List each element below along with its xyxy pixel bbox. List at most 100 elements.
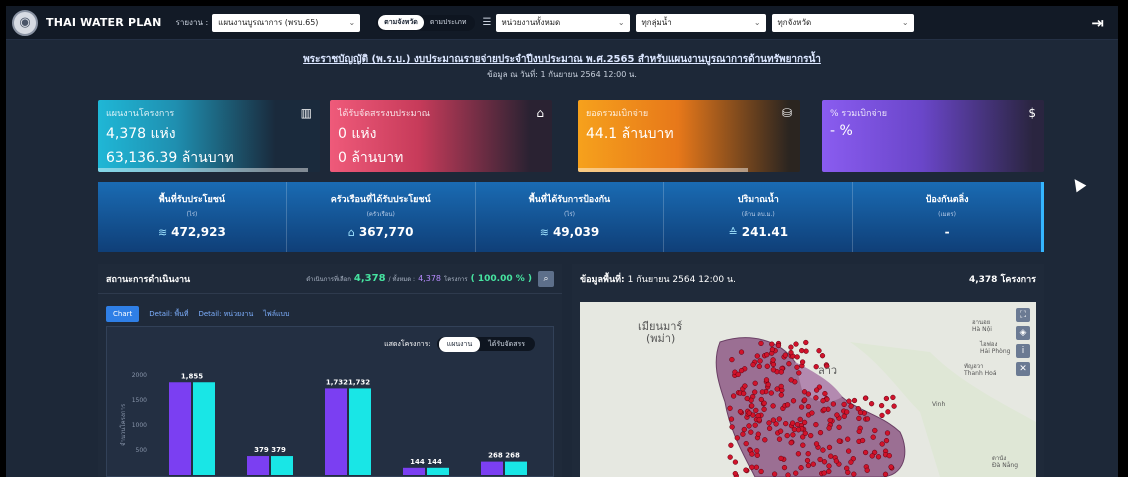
project-marker[interactable] — [738, 349, 745, 355]
project-marker[interactable] — [848, 459, 854, 465]
project-marker[interactable] — [821, 459, 828, 465]
project-marker[interactable] — [754, 448, 760, 454]
project-marker[interactable] — [776, 436, 783, 442]
project-marker[interactable] — [727, 454, 733, 460]
project-marker[interactable] — [798, 404, 805, 410]
project-marker[interactable] — [801, 397, 808, 403]
project-marker[interactable] — [748, 429, 754, 435]
project-marker[interactable] — [775, 342, 782, 349]
project-marker[interactable] — [770, 357, 776, 363]
project-marker[interactable] — [808, 432, 814, 439]
project-marker[interactable] — [732, 470, 738, 477]
project-marker[interactable] — [789, 420, 796, 426]
project-marker[interactable] — [781, 464, 788, 471]
project-marker[interactable] — [870, 434, 876, 440]
project-marker[interactable] — [794, 421, 801, 428]
project-marker[interactable] — [790, 398, 797, 404]
project-marker[interactable] — [778, 383, 784, 390]
project-marker[interactable] — [782, 352, 789, 358]
layers-icon[interactable]: ◈ — [1016, 326, 1030, 340]
bar[interactable] — [403, 467, 425, 475]
project-marker[interactable] — [851, 471, 857, 477]
project-marker[interactable] — [797, 416, 803, 423]
project-marker[interactable] — [821, 406, 827, 413]
project-marker[interactable] — [759, 389, 766, 395]
project-marker[interactable] — [844, 409, 850, 415]
bar[interactable] — [427, 467, 449, 475]
project-marker[interactable] — [851, 397, 858, 404]
project-marker[interactable] — [875, 454, 882, 460]
project-marker[interactable] — [737, 408, 744, 415]
project-marker[interactable] — [794, 354, 800, 360]
project-marker[interactable] — [820, 447, 826, 453]
project-marker[interactable] — [735, 371, 741, 378]
project-marker[interactable] — [848, 403, 854, 409]
project-marker[interactable] — [771, 471, 778, 477]
tab-files[interactable]: ไฟล์แบบ — [263, 309, 289, 320]
project-marker[interactable] — [879, 412, 885, 419]
toggle-by-province[interactable]: ตามจังหวัด — [378, 15, 424, 30]
project-marker[interactable] — [801, 419, 808, 426]
project-marker[interactable] — [793, 341, 799, 347]
project-marker[interactable] — [762, 437, 768, 443]
project-marker[interactable] — [846, 398, 852, 404]
project-marker[interactable] — [862, 395, 869, 401]
project-marker[interactable] — [788, 440, 794, 446]
tab-detail-area[interactable]: Detail: พื้นที่ — [149, 309, 188, 320]
project-marker[interactable] — [794, 364, 800, 370]
project-marker[interactable] — [883, 395, 890, 402]
project-marker[interactable] — [740, 431, 746, 437]
project-marker[interactable] — [817, 429, 824, 436]
project-marker[interactable] — [845, 448, 852, 454]
project-marker[interactable] — [859, 437, 866, 444]
project-marker[interactable] — [845, 436, 851, 442]
project-marker[interactable] — [753, 464, 760, 470]
project-marker[interactable] — [770, 367, 777, 373]
project-marker[interactable] — [841, 413, 847, 419]
project-marker[interactable] — [729, 424, 735, 430]
project-marker[interactable] — [841, 401, 847, 408]
province-select[interactable]: ทุกจังหวัด ⌄ — [771, 13, 914, 32]
project-marker[interactable] — [764, 352, 770, 358]
project-marker[interactable] — [752, 389, 758, 395]
project-marker[interactable] — [763, 377, 770, 383]
project-marker[interactable] — [795, 427, 802, 433]
project-marker[interactable] — [784, 432, 790, 439]
project-marker[interactable] — [728, 442, 734, 448]
project-marker[interactable] — [765, 381, 771, 388]
project-marker[interactable] — [805, 391, 812, 397]
toggle-by-type[interactable]: ตามประเภท — [424, 15, 473, 30]
bar[interactable] — [271, 456, 293, 475]
project-marker[interactable] — [817, 456, 823, 463]
project-marker[interactable] — [828, 453, 834, 459]
show-allocated-option[interactable]: ได้รับจัดสรร — [480, 337, 533, 352]
group-toggle[interactable]: ตามจังหวัด ตามประเภท — [376, 14, 475, 31]
project-marker[interactable] — [862, 449, 869, 456]
project-marker[interactable] — [778, 369, 784, 375]
project-marker[interactable] — [756, 417, 762, 423]
project-marker[interactable] — [785, 472, 791, 477]
project-marker[interactable] — [778, 455, 784, 462]
project-marker[interactable] — [732, 459, 739, 465]
project-marker[interactable] — [826, 463, 832, 469]
bar[interactable] — [247, 456, 269, 475]
project-marker[interactable] — [820, 398, 826, 404]
project-marker[interactable] — [734, 435, 740, 441]
project-marker[interactable] — [816, 348, 822, 354]
project-marker[interactable] — [777, 428, 784, 434]
project-marker[interactable] — [872, 427, 878, 434]
project-marker[interactable] — [741, 426, 747, 433]
project-marker[interactable] — [800, 442, 806, 448]
tab-chart[interactable]: Chart — [106, 306, 140, 322]
bar[interactable] — [481, 461, 503, 475]
project-marker[interactable] — [798, 465, 804, 471]
show-plan-option[interactable]: แผนงาน — [438, 336, 481, 352]
project-marker[interactable] — [757, 358, 763, 364]
project-marker[interactable] — [766, 420, 772, 426]
project-marker[interactable] — [770, 361, 777, 368]
project-marker[interactable] — [788, 377, 794, 383]
project-marker[interactable] — [826, 425, 832, 431]
project-marker[interactable] — [884, 430, 891, 436]
project-marker[interactable] — [813, 441, 820, 447]
agency-select[interactable]: หน่วยงานทั้งหมด ⌄ — [495, 13, 630, 32]
